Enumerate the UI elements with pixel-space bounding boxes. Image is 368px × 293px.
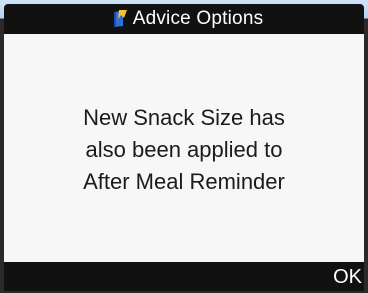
- message-area: New Snack Size has also been applied to …: [4, 34, 364, 262]
- title-group: Advice Options: [109, 8, 264, 30]
- ok-button[interactable]: OK: [325, 262, 364, 291]
- page-title: Advice Options: [132, 8, 264, 29]
- message-line-1: New Snack Size has: [83, 105, 285, 130]
- message-line-3: After Meal Reminder: [83, 169, 285, 194]
- message-line-2: also been applied to: [85, 137, 283, 162]
- title-bar: Advice Options: [4, 4, 364, 34]
- device-bezel: Advice Options New Snack Size has also b…: [0, 0, 368, 293]
- softkey-bar: OK: [4, 262, 364, 291]
- device-screen: Advice Options New Snack Size has also b…: [4, 4, 364, 291]
- confirmation-message: New Snack Size has also been applied to …: [83, 102, 285, 198]
- book-bookmark-icon: [109, 8, 131, 30]
